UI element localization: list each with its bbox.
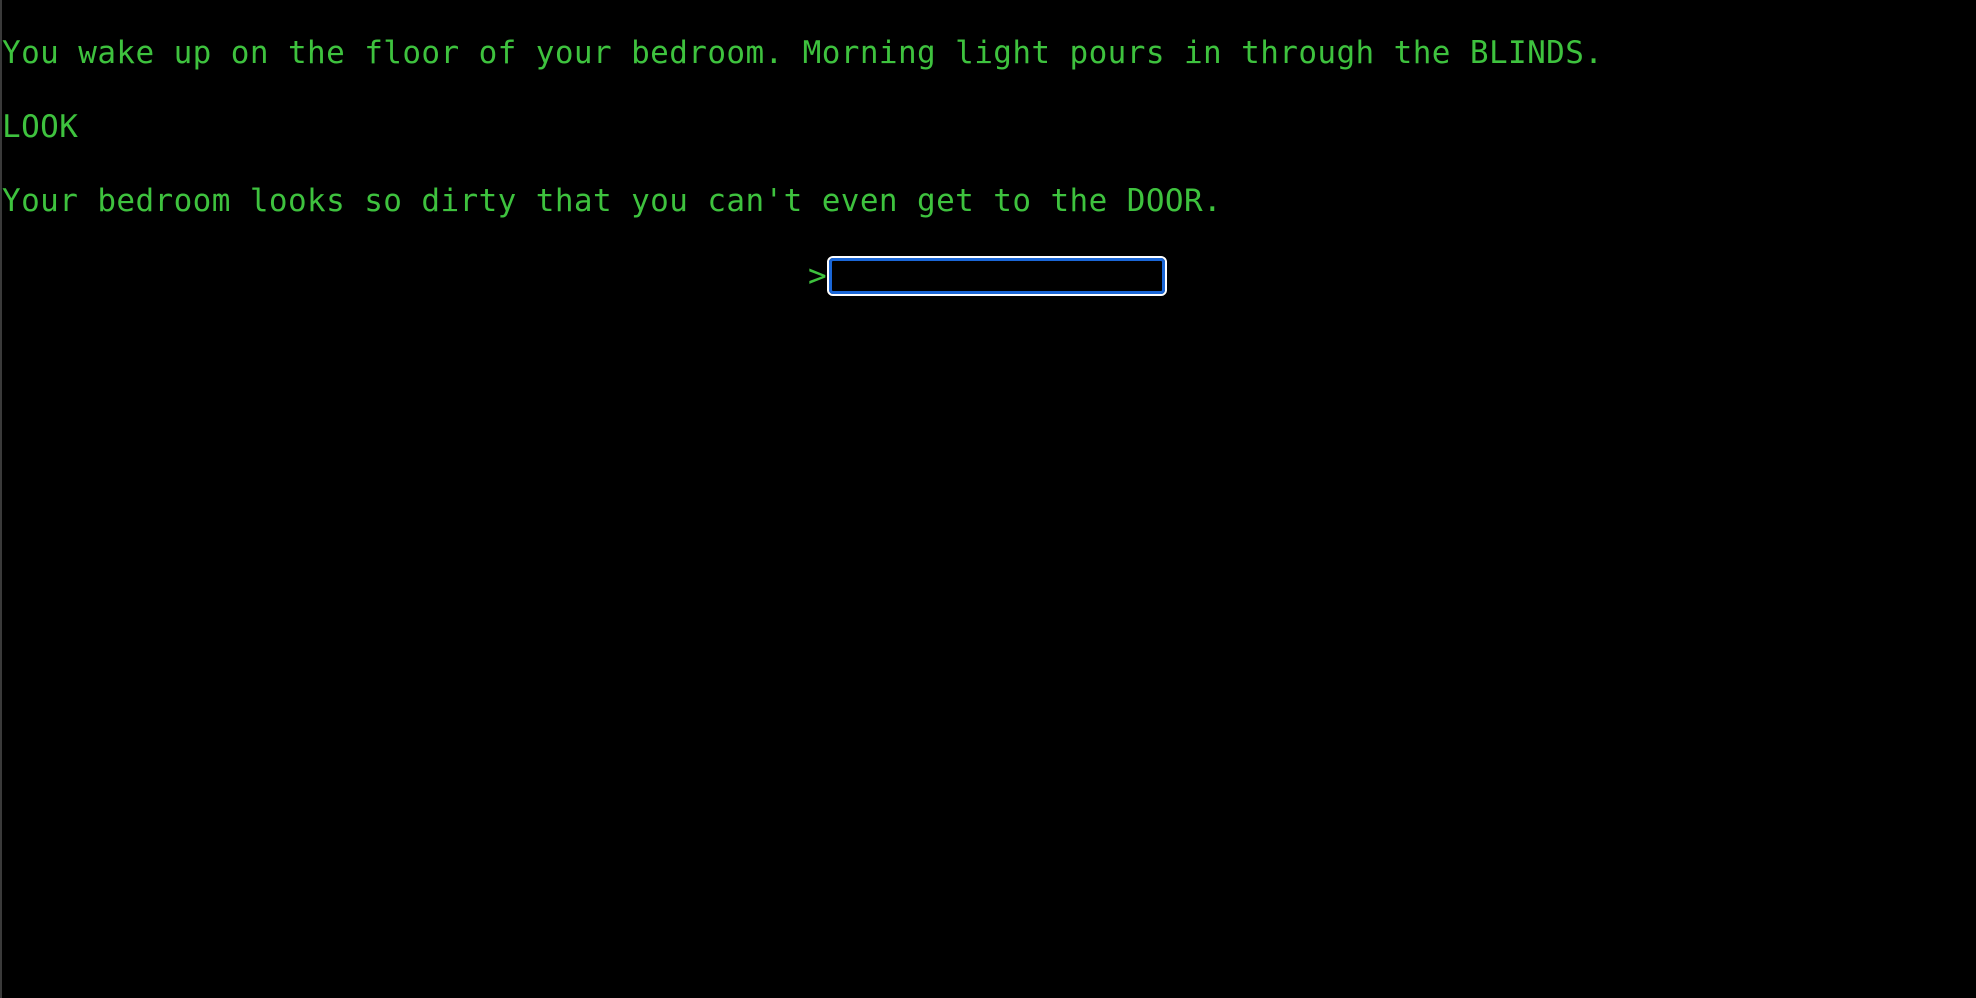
prompt-caret-icon: >: [808, 258, 827, 294]
command-prompt: >: [808, 254, 1167, 298]
narration-line: Your bedroom looks so dirty that you can…: [2, 183, 1223, 219]
game-terminal: You wake up on the floor of your bedroom…: [0, 0, 1976, 998]
player-command-line: LOOK: [2, 109, 79, 145]
narration-line: You wake up on the floor of your bedroom…: [2, 35, 1604, 71]
command-input[interactable]: [826, 256, 1167, 296]
